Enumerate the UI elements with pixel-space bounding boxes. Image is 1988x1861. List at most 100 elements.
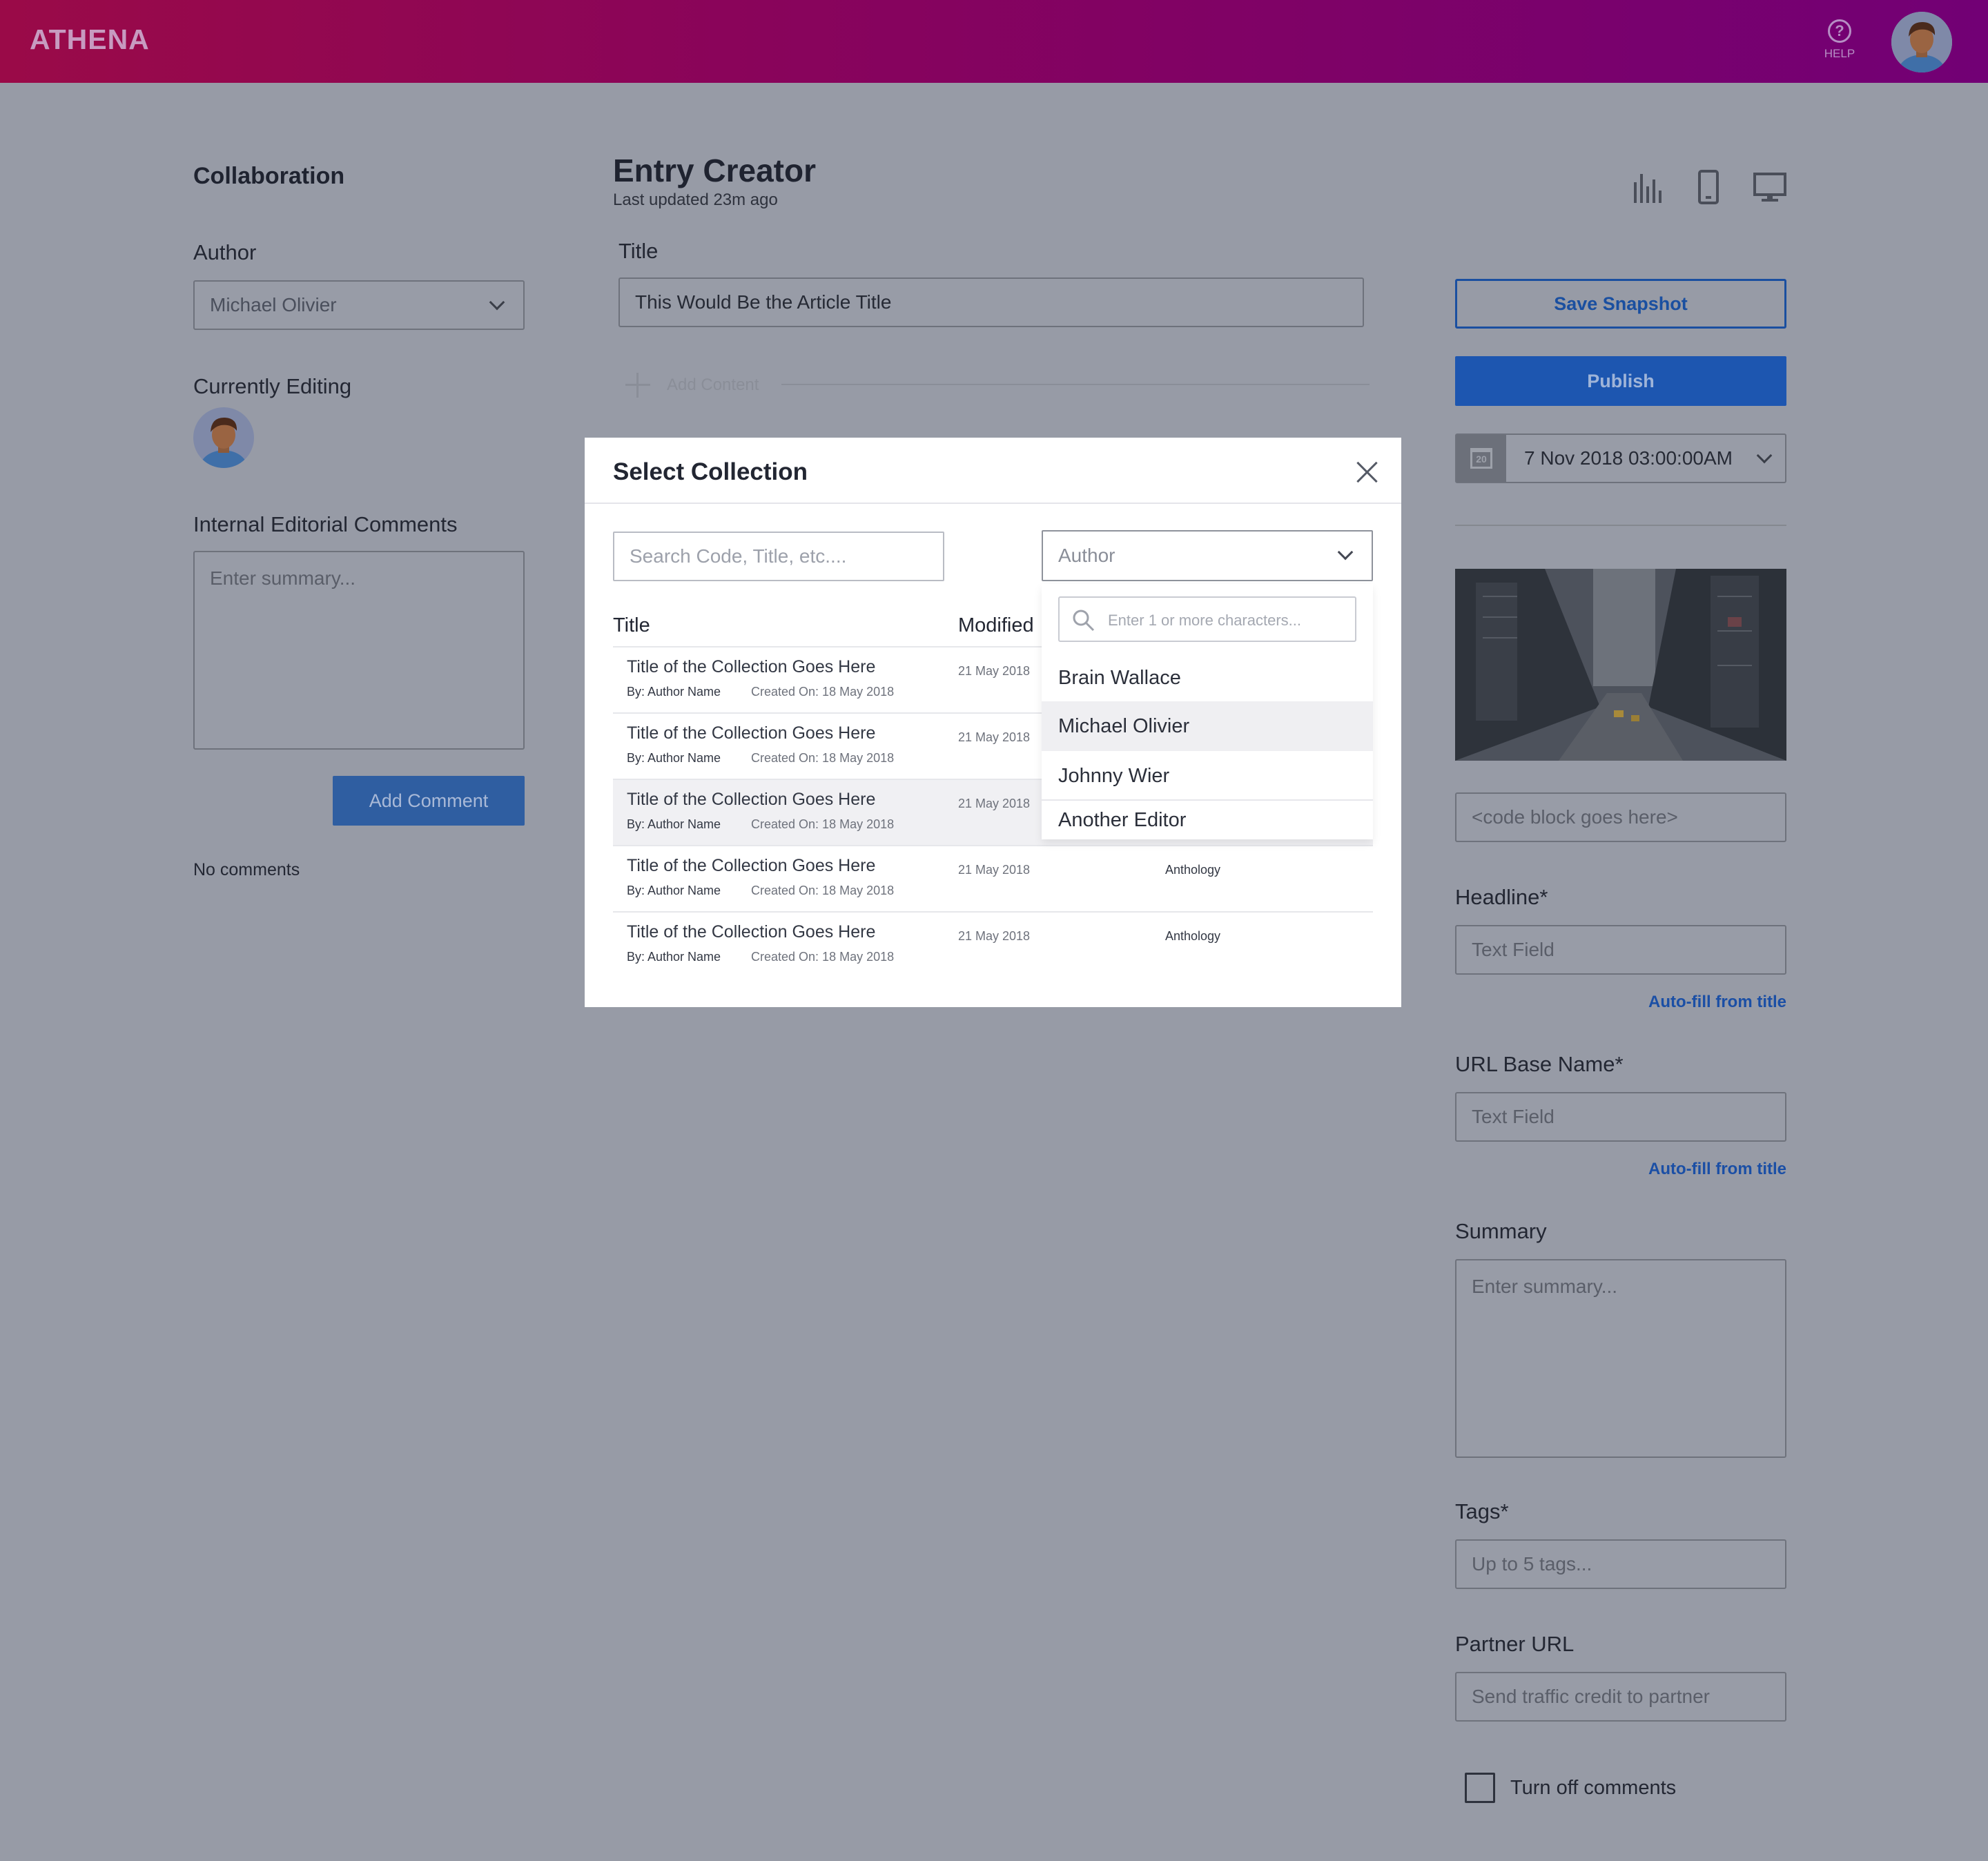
row-type: Anthology [1165,929,1221,943]
comment-textarea[interactable]: Enter summary... [193,551,525,750]
save-snapshot-button[interactable]: Save Snapshot [1455,279,1786,329]
row-created: Created On: 18 May 2018 [751,884,895,897]
publish-date-select[interactable]: 20 7 Nov 2018 03:00:00AM [1455,433,1786,483]
row-created: Created On: 18 May 2018 [751,685,895,699]
help-icon: ? [1828,19,1851,43]
partner-url-label: Partner URL [1455,1632,1575,1656]
currently-editing-label: Currently Editing [193,374,352,398]
add-comment-button[interactable]: Add Comment [333,776,525,826]
summary-textarea[interactable]: Enter summary... [1455,1259,1786,1458]
collection-search-placeholder: Search Code, Title, etc.... [630,545,847,567]
row-title: Title of the Collection Goes Here [627,922,876,942]
summary-placeholder: Enter summary... [1472,1276,1618,1297]
headline-label: Headline* [1455,885,1548,909]
analytics-icon[interactable] [1633,171,1662,203]
row-modified: 21 May 2018 [958,863,1031,877]
author-option-another-editor[interactable]: Another Editor [1042,801,1373,839]
partner-url-input[interactable]: Send traffic credit to partner [1455,1672,1786,1722]
mobile-preview-icon[interactable] [1698,170,1719,204]
headline-input[interactable]: Text Field [1455,925,1786,975]
page-title: Entry Creator [613,153,816,188]
title-label: Title [618,239,659,263]
author-dropdown-placeholder: Enter 1 or more characters... [1108,612,1301,629]
row-author: By: Author Name [627,884,721,897]
sidebar-divider [1455,525,1786,526]
help-button[interactable]: ? HELP [1822,19,1857,61]
autofill-url-link[interactable]: Auto-fill from title [1588,1160,1786,1179]
column-header-modified[interactable]: Modified [958,614,1034,637]
publish-button[interactable]: Publish [1455,356,1786,406]
title-input-value: This Would Be the Article Title [635,291,892,313]
row-author: By: Author Name [627,817,721,831]
avatar-icon [1891,12,1952,72]
tags-placeholder: Up to 5 tags... [1472,1553,1592,1575]
code-block-placeholder: <code block goes here> [1472,806,1678,828]
no-comments-text: No comments [193,860,300,879]
avatar-icon [193,407,254,468]
author-dropdown-search[interactable]: Enter 1 or more characters... [1058,596,1356,642]
search-icon [1073,610,1095,632]
row-modified: 21 May 2018 [958,929,1031,943]
featured-image[interactable] [1455,569,1786,761]
add-content-divider [781,384,1370,385]
turn-off-comments-checkbox[interactable] [1465,1773,1495,1803]
row-title: Title of the Collection Goes Here [627,856,876,875]
url-base-name-placeholder: Text Field [1472,1106,1555,1127]
table-row[interactable]: Title of the Collection Goes Here By: Au… [613,911,1373,977]
row-created: Created On: 18 May 2018 [751,751,895,765]
close-icon[interactable] [1356,461,1378,483]
collection-search-input[interactable]: Search Code, Title, etc.... [613,532,944,581]
row-created: Created On: 18 May 2018 [751,817,895,831]
table-row[interactable]: Title of the Collection Goes Here By: Au… [613,845,1373,911]
collaboration-title: Collaboration [193,163,345,189]
row-title: Title of the Collection Goes Here [627,790,876,809]
comment-placeholder: Enter summary... [210,567,356,589]
row-created: Created On: 18 May 2018 [751,950,895,964]
url-base-name-input[interactable]: Text Field [1455,1092,1786,1142]
modal-header: Select Collection [585,438,1401,504]
chevron-down-icon [489,294,505,311]
code-block-input[interactable]: <code block goes here> [1455,792,1786,842]
add-content-button[interactable]: Add Content [667,376,759,395]
author-select[interactable]: Michael Olivier [193,280,525,330]
author-filter-select[interactable]: Author [1042,530,1373,581]
select-collection-modal: Select Collection Search Code, Title, et… [585,438,1401,1007]
user-avatar[interactable] [1891,12,1952,72]
chevron-down-icon [1756,447,1773,464]
tags-input[interactable]: Up to 5 tags... [1455,1539,1786,1589]
row-author: By: Author Name [627,685,721,699]
author-option-michael-olivier[interactable]: Michael Olivier [1042,701,1373,751]
app-logo[interactable]: ATHENA [30,23,150,56]
row-type: Anthology [1165,863,1221,877]
column-header-title[interactable]: Title [613,614,650,637]
calendar-icon: 20 [1456,435,1506,482]
desktop-preview-icon[interactable] [1753,173,1786,203]
row-modified: 21 May 2018 [958,664,1031,678]
row-title: Title of the Collection Goes Here [627,657,876,676]
chevron-down-icon [1337,544,1354,561]
headline-placeholder: Text Field [1472,939,1555,960]
help-label: HELP [1824,47,1855,60]
author-dropdown-panel: Enter 1 or more characters... Brain Wall… [1042,584,1373,839]
publish-date-value: 7 Nov 2018 03:00:00AM [1524,447,1733,469]
autofill-headline-link[interactable]: Auto-fill from title [1588,993,1786,1012]
author-option-brain-wallace[interactable]: Brain Wallace [1042,653,1373,703]
editor-avatar[interactable] [193,407,254,468]
author-filter-value: Author [1058,545,1115,566]
turn-off-comments-label: Turn off comments [1510,1777,1677,1799]
author-option-johnny-wier[interactable]: Johnny Wier [1042,751,1373,801]
row-modified: 21 May 2018 [958,797,1031,810]
author-label: Author [193,240,257,264]
title-input[interactable]: This Would Be the Article Title [618,277,1364,327]
url-base-name-label: URL Base Name* [1455,1052,1624,1076]
plus-icon[interactable] [625,373,650,398]
summary-label: Summary [1455,1219,1547,1243]
partner-url-placeholder: Send traffic credit to partner [1472,1686,1710,1707]
row-modified: 21 May 2018 [958,730,1031,744]
top-bar: ATHENA ? HELP [0,0,1988,83]
tags-label: Tags* [1455,1499,1509,1523]
internal-comments-label: Internal Editorial Comments [193,512,458,536]
last-updated-text: Last updated 23m ago [613,191,778,209]
modal-title: Select Collection [613,458,808,485]
author-select-value: Michael Olivier [210,294,337,315]
